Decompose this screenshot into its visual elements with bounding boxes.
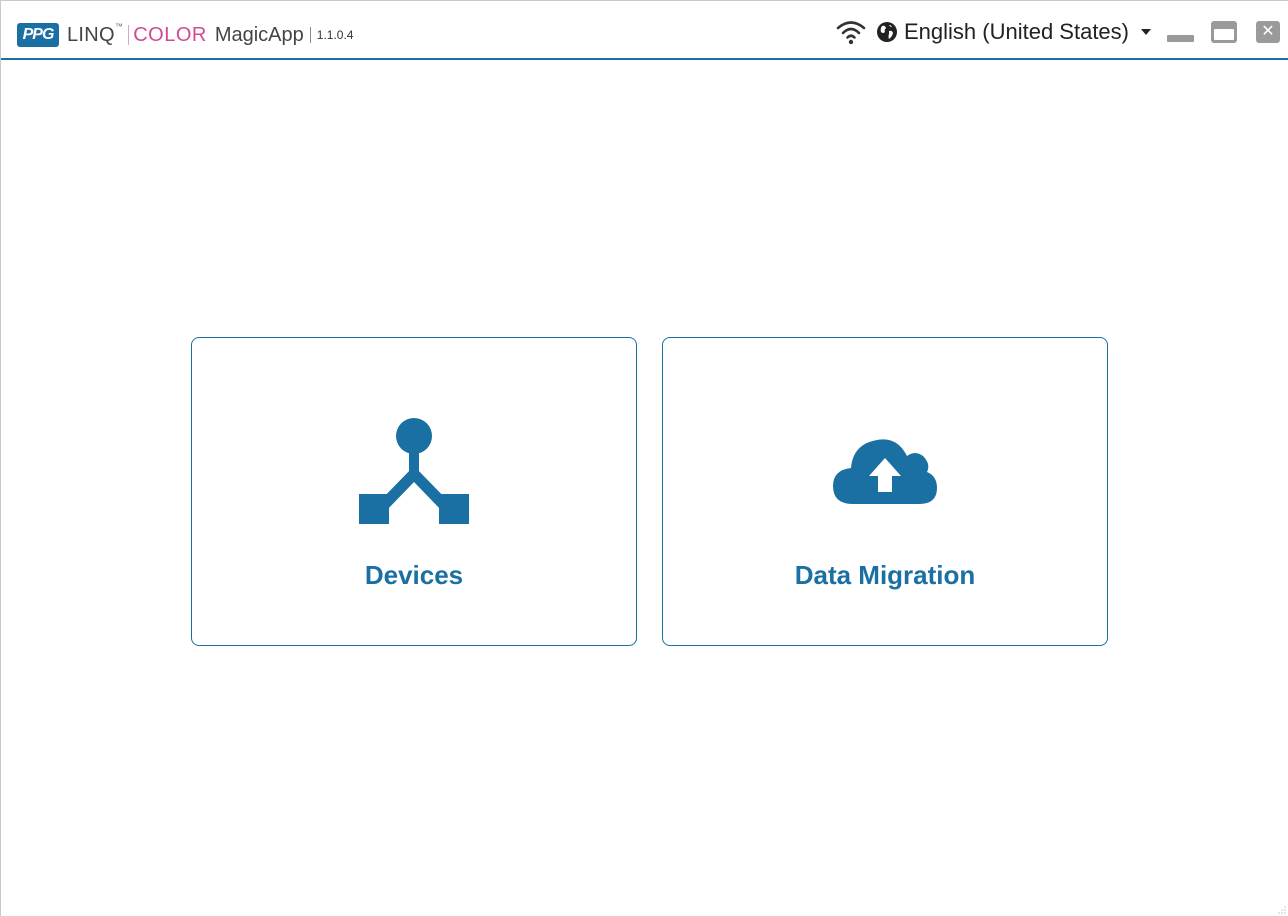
resize-grip[interactable] [1278, 906, 1286, 914]
language-label: English (United States) [904, 19, 1129, 44]
wifi-icon [836, 21, 866, 45]
maximize-button[interactable] [1209, 19, 1239, 45]
app-version: 1.1.0.4 [316, 28, 354, 42]
app-brand: PPG LINQ™ COLOR MagicApp 1.1.0.4 [17, 21, 354, 47]
maximize-icon [1211, 21, 1237, 43]
app-name-linq-text: LINQ [67, 23, 115, 46]
minimize-button[interactable] [1165, 19, 1195, 45]
app-window: PPG LINQ™ COLOR MagicApp 1.1.0.4 English… [0, 0, 1288, 916]
devices-label: Devices [364, 560, 464, 590]
devices-card[interactable]: Devices [191, 337, 637, 646]
devices-network-icon [359, 418, 469, 524]
resize-grip-icon [1278, 906, 1286, 914]
close-button[interactable]: ✕ [1253, 19, 1283, 45]
data-migration-label: Data Migration [794, 560, 976, 590]
minimize-icon [1166, 34, 1194, 42]
language-selector[interactable]: English (United States) [904, 19, 1151, 45]
caret-down-icon [1141, 29, 1151, 35]
ppg-logo: PPG [17, 23, 59, 47]
app-name-linq: LINQ™ [67, 21, 124, 47]
data-migration-card[interactable]: Data Migration [662, 337, 1108, 646]
titlebar-controls: English (United States) ✕ [836, 15, 1288, 49]
app-name-magicapp: MagicApp [214, 23, 304, 46]
title-bar[interactable]: PPG LINQ™ COLOR MagicApp 1.1.0.4 English… [1, 1, 1288, 60]
trademark-symbol: ™ [114, 21, 124, 31]
version-separator [309, 27, 311, 43]
app-name-color: COLOR [133, 23, 207, 46]
close-icon: ✕ [1256, 21, 1280, 43]
cloud-upload-icon [833, 439, 937, 504]
brand-separator [128, 25, 130, 45]
globe-icon [877, 22, 897, 42]
